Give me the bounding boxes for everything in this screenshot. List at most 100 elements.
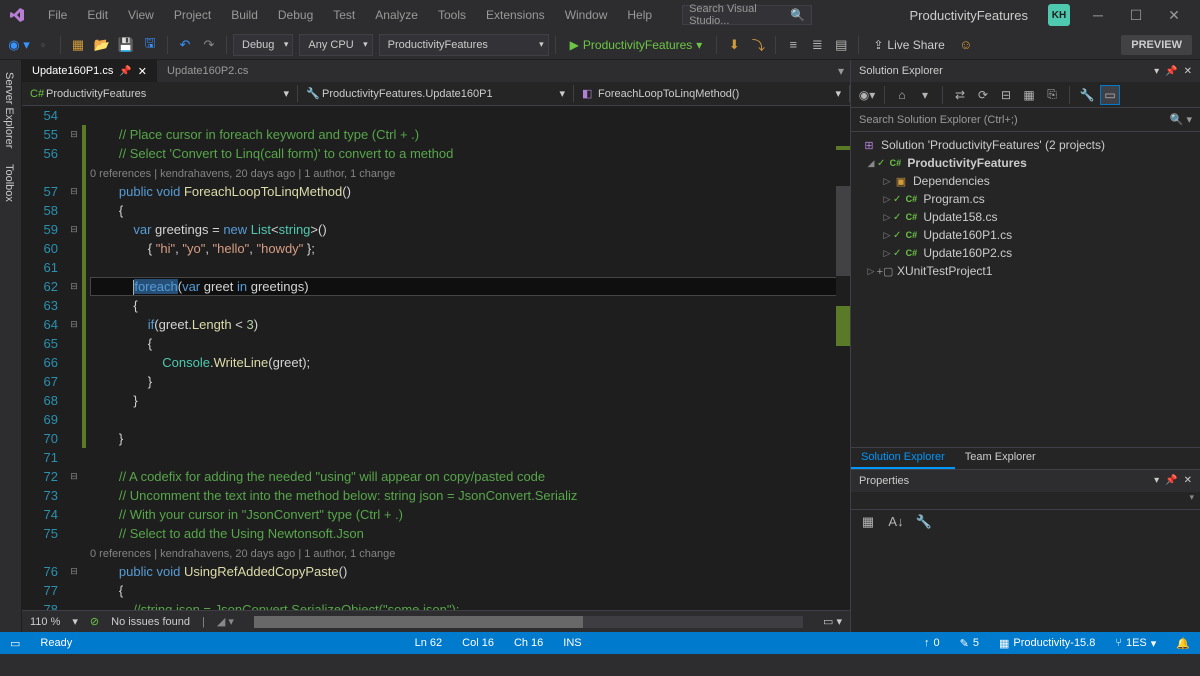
dependencies-node[interactable]: ▷ ▣ Dependencies <box>851 172 1200 190</box>
fold-toggle-icon[interactable]: ⊟ <box>66 125 82 144</box>
fold-toggle-icon[interactable]: ⊟ <box>66 277 82 296</box>
alphabetical-icon[interactable]: A↓ <box>885 511 907 533</box>
refresh-icon[interactable]: ⟳ <box>973 85 993 105</box>
copy-icon[interactable]: ⎘ <box>1042 85 1062 105</box>
fold-toggle-icon[interactable] <box>66 391 82 410</box>
expand-icon[interactable]: ▷ <box>881 212 893 223</box>
fold-toggle-icon[interactable] <box>66 258 82 277</box>
solution-root-node[interactable]: ⊞ Solution 'ProductivityFeatures' (2 pro… <box>851 136 1200 154</box>
save-all-button[interactable]: 🖫 <box>139 34 161 56</box>
maximize-button[interactable]: ☐ <box>1118 3 1154 27</box>
nav-back-button[interactable]: ◉ ▾ <box>8 34 30 56</box>
status-line[interactable]: Ln 62 <box>415 637 443 649</box>
file-node[interactable]: ▷✓C#Update158.cs <box>851 208 1200 226</box>
nav-member-combo[interactable]: ◧ ForeachLoopToLinqMethod() ▾ <box>574 85 850 102</box>
menu-project[interactable]: Project <box>164 4 221 26</box>
notifications-icon[interactable]: 🔔 <box>1176 637 1190 650</box>
feedback-icon[interactable]: ☺ <box>955 34 977 56</box>
close-tab-icon[interactable]: ✕ <box>138 65 147 78</box>
menu-build[interactable]: Build <box>221 4 268 26</box>
code-content[interactable]: // Place cursor in foreach keyword and t… <box>86 106 850 610</box>
menu-tools[interactable]: Tools <box>428 4 476 26</box>
fold-toggle-icon[interactable] <box>66 524 82 543</box>
editor-options-icon[interactable]: ▭ ▾ <box>823 615 842 628</box>
fold-toggle-icon[interactable] <box>66 353 82 372</box>
preview-badge[interactable]: PREVIEW <box>1121 35 1192 55</box>
start-debug-button[interactable]: ▶ ProductivityFeatures ▾ <box>562 36 711 54</box>
expand-icon[interactable]: ▷ <box>881 176 893 187</box>
fold-toggle-icon[interactable]: ⊟ <box>66 220 82 239</box>
nav-class-combo[interactable]: 🔧 ProductivityFeatures.Update160P1 ▾ <box>298 85 574 102</box>
collapse-all-icon[interactable]: ⊟ <box>996 85 1016 105</box>
output-pane-icon[interactable]: ▭ <box>10 637 20 650</box>
fold-toggle-icon[interactable] <box>66 581 82 600</box>
config-combo[interactable]: Debug <box>233 34 293 56</box>
step-into-icon[interactable]: ⬇ <box>723 34 745 56</box>
solution-search-input[interactable]: Search Solution Explorer (Ctrl+;) 🔍 ▾ <box>851 108 1200 132</box>
expand-icon[interactable]: ▷ <box>881 230 893 241</box>
categorized-icon[interactable]: ▦ <box>857 511 879 533</box>
new-project-button[interactable]: ▦ <box>67 34 89 56</box>
home-icon[interactable]: ⌂ <box>892 85 912 105</box>
user-avatar[interactable]: KH <box>1048 4 1070 26</box>
solution-explorer-tab[interactable]: Solution Explorer <box>851 448 955 469</box>
menu-analyze[interactable]: Analyze <box>365 4 428 26</box>
fold-toggle-icon[interactable] <box>66 296 82 315</box>
properties-icon[interactable]: 🔧 <box>1077 85 1097 105</box>
fold-toggle-icon[interactable] <box>66 334 82 353</box>
comment-icon[interactable]: ▤ <box>830 34 852 56</box>
fold-toggle-icon[interactable] <box>66 144 82 163</box>
fold-toggle-icon[interactable]: ⊟ <box>66 315 82 334</box>
show-all-files-icon[interactable]: ▦ <box>1019 85 1039 105</box>
file-tab-update160p1[interactable]: Update160P1.cs 📌 ✕ <box>22 60 157 82</box>
test-project-node[interactable]: ▷ +▢ XUnitTestProject1 <box>851 262 1200 280</box>
toolbox-tab[interactable]: Toolbox <box>0 156 21 210</box>
fold-toggle-icon[interactable] <box>66 600 82 610</box>
preview-selected-icon[interactable]: ▭ <box>1100 85 1120 105</box>
branch-name[interactable]: ▦ Productivity-15.8 <box>999 637 1095 650</box>
menu-window[interactable]: Window <box>555 4 618 26</box>
close-button[interactable]: ✕ <box>1156 3 1192 27</box>
panel-dropdown-icon[interactable]: ▾ <box>1154 66 1159 77</box>
server-explorer-tab[interactable]: Server Explorer <box>0 64 21 156</box>
project-node[interactable]: ◢ ✓ C# ProductivityFeatures <box>851 154 1200 172</box>
fold-toggle-icon[interactable] <box>66 543 82 562</box>
zoom-level[interactable]: 110 % <box>30 616 60 628</box>
search-visual-studio-input[interactable]: Search Visual Studio... 🔍 <box>682 5 812 25</box>
panel-pin-icon[interactable]: 📌 <box>1165 66 1177 77</box>
vertical-scrollbar[interactable] <box>836 106 850 610</box>
nav-project-combo[interactable]: C# ProductivityFeatures ▾ <box>22 85 298 102</box>
horizontal-scrollbar[interactable] <box>254 616 803 628</box>
platform-combo[interactable]: Any CPU <box>299 34 372 56</box>
sol-dropdown-icon[interactable]: ▾ <box>915 85 935 105</box>
panel-pin-icon[interactable]: 📌 <box>1165 475 1177 486</box>
expand-icon[interactable]: ▷ <box>881 248 893 259</box>
expand-icon[interactable]: ◢ <box>865 158 877 169</box>
file-node[interactable]: ▷✓C#Update160P1.cs <box>851 226 1200 244</box>
fold-toggle-icon[interactable]: ⊟ <box>66 182 82 201</box>
publish-status[interactable]: ↑ 0 <box>924 637 940 649</box>
menu-view[interactable]: View <box>118 4 164 26</box>
menu-edit[interactable]: Edit <box>77 4 118 26</box>
fold-toggle-icon[interactable] <box>66 410 82 429</box>
status-column[interactable]: Col 16 <box>462 637 494 649</box>
sol-back-icon[interactable]: ◉▾ <box>857 85 877 105</box>
step-over-icon[interactable]: ⤵ <box>747 34 769 56</box>
fold-toggle-icon[interactable] <box>66 239 82 258</box>
indent-more-icon[interactable]: ≣ <box>806 34 828 56</box>
nav-forward-button[interactable]: ◦ <box>32 34 54 56</box>
panel-close-icon[interactable]: ✕ <box>1184 66 1192 77</box>
menu-help[interactable]: Help <box>617 4 662 26</box>
status-insert-mode[interactable]: INS <box>563 637 581 649</box>
open-file-button[interactable]: 📂 <box>91 34 113 56</box>
pin-icon[interactable]: 📌 <box>119 66 131 77</box>
redo-button[interactable]: ↷ <box>198 34 220 56</box>
pending-changes[interactable]: ✎ 5 <box>960 637 979 650</box>
fold-toggle-icon[interactable] <box>66 429 82 448</box>
fold-toggle-icon[interactable] <box>66 106 82 125</box>
scrollbar-thumb[interactable] <box>836 186 850 276</box>
properties-dropdown[interactable]: ▾ <box>851 492 1200 510</box>
panel-dropdown-icon[interactable]: ▾ <box>1154 475 1159 486</box>
team-explorer-tab[interactable]: Team Explorer <box>955 448 1046 469</box>
startup-project-combo[interactable]: ProductivityFeatures <box>379 34 549 56</box>
